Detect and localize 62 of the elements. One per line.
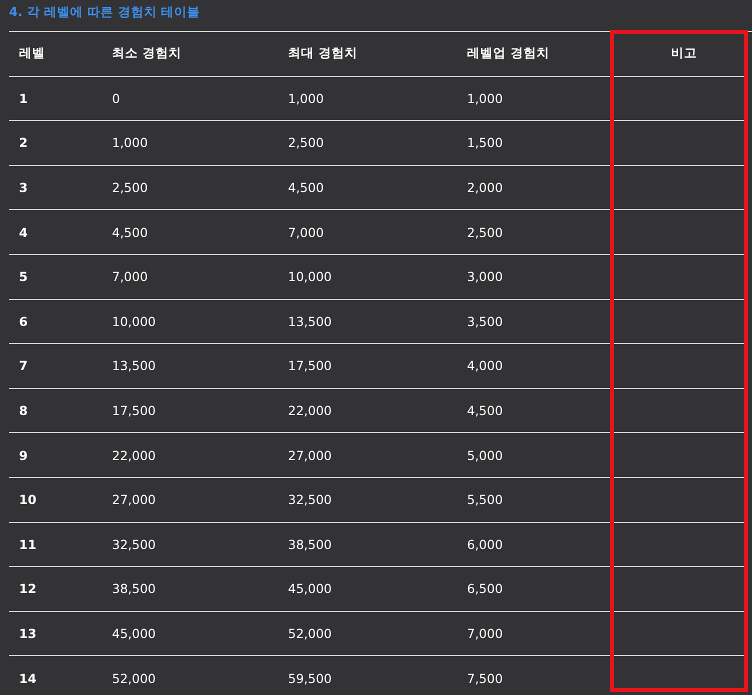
- table-cell: 27,000: [288, 448, 332, 463]
- table-cell: 45,000: [288, 581, 332, 596]
- table-cell: 45,000: [112, 626, 156, 642]
- table-cell: 4,000: [467, 358, 503, 374]
- table-cell: 5,000: [467, 448, 503, 463]
- table-cell: 3,500: [467, 314, 503, 329]
- table-cell: 5: [19, 269, 28, 284]
- table-cell: 7,000: [288, 224, 324, 240]
- table-cell: 13,500: [288, 314, 332, 329]
- table-cell: 38,500: [288, 536, 332, 552]
- table-cell: 10,000: [288, 269, 332, 284]
- table-cell: 13: [19, 626, 36, 642]
- table-cell: 2,000: [467, 180, 503, 196]
- table-cell: 7,500: [467, 670, 503, 686]
- table-cell: 17,500: [112, 403, 156, 418]
- table-cell: 7,000: [112, 269, 148, 284]
- table-cell: 17,500: [288, 358, 332, 374]
- table-cell: 4,500: [467, 403, 503, 418]
- table-cell: 27,000: [112, 492, 156, 508]
- column-header: 레벨: [19, 45, 45, 62]
- table-cell: 7,000: [467, 626, 503, 642]
- table-cell: 32,500: [288, 492, 332, 508]
- table-cell: 5,500: [467, 492, 503, 508]
- table-cell: 1,000: [467, 90, 503, 106]
- table-cell: 10: [19, 492, 36, 508]
- table-cell: 9: [19, 448, 28, 463]
- table-cell: 1,000: [112, 135, 148, 150]
- table-cell: 14: [19, 670, 36, 686]
- table-cell: 3: [19, 180, 28, 196]
- section-title: 4. 각 레벨에 따른 경험치 테이블: [9, 3, 202, 21]
- table-cell: 1,500: [467, 135, 503, 150]
- table-cell: 22,000: [288, 403, 332, 418]
- table-cell: 52,000: [112, 670, 156, 686]
- table-cell: 1,000: [288, 90, 324, 106]
- table-cell: 6,000: [467, 536, 503, 552]
- table-cell: 2,500: [112, 180, 148, 196]
- table-cell: 6,500: [467, 581, 503, 596]
- table-cell: 2,500: [467, 224, 503, 240]
- table-cell: 38,500: [112, 581, 156, 596]
- table-cell: 1: [19, 90, 28, 106]
- table-cell: 4,500: [288, 180, 324, 196]
- table-cell: 0: [112, 90, 120, 106]
- table-cell: 22,000: [112, 448, 156, 463]
- table-cell: 8: [19, 403, 28, 418]
- table-cell: 7: [19, 358, 28, 374]
- column-header: 레벨업 경험치: [467, 45, 550, 62]
- table-cell: 4: [19, 224, 28, 240]
- table-cell: 2: [19, 135, 28, 150]
- column-header: 최소 경험치: [112, 45, 182, 62]
- table-cell: 10,000: [112, 314, 156, 329]
- table-cell: 59,500: [288, 670, 332, 686]
- table-cell: 2,500: [288, 135, 324, 150]
- table-cell: 4,500: [112, 224, 148, 240]
- table-cell: 13,500: [112, 358, 156, 374]
- table-cell: 3,000: [467, 269, 503, 284]
- column-header: 최대 경험치: [288, 45, 358, 62]
- column-header: 비고: [671, 45, 697, 62]
- table-cell: 11: [19, 536, 36, 552]
- table-cell: 32,500: [112, 536, 156, 552]
- table-cell: 52,000: [288, 626, 332, 642]
- table-cell: 6: [19, 314, 28, 329]
- table-cell: 12: [19, 581, 36, 596]
